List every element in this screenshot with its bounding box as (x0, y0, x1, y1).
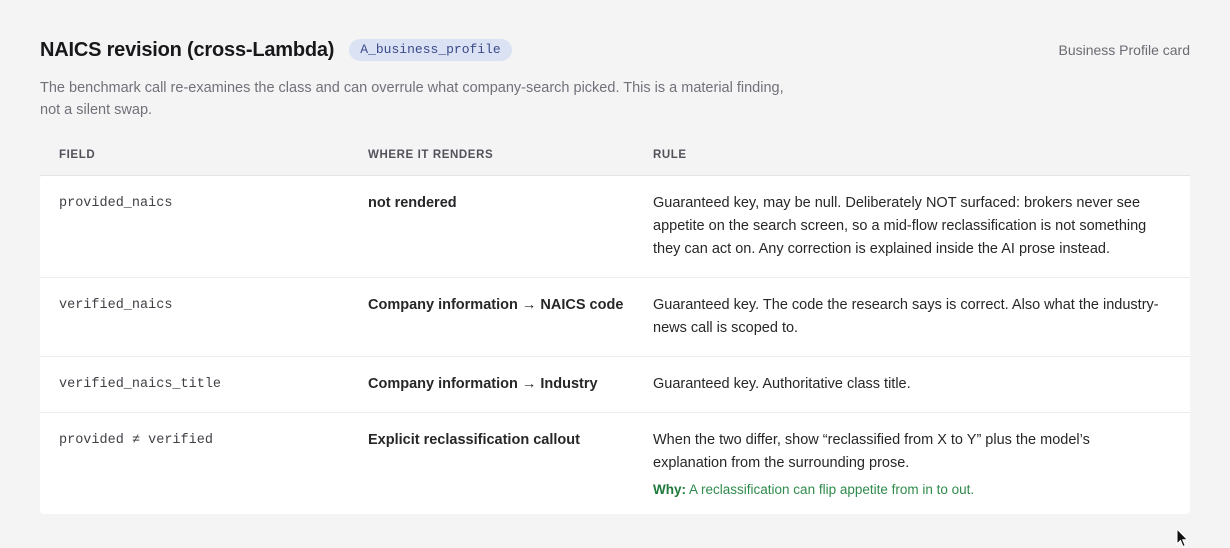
table-body: provided_naics not rendered Guaranteed k… (40, 175, 1190, 514)
table-row: provided ≠ verified Explicit reclassific… (40, 412, 1190, 514)
table-row: verified_naics_title Company information… (40, 356, 1190, 412)
render-location: Company information → NAICS code (368, 297, 624, 313)
why-label: Why: (653, 482, 686, 497)
lambda-tag: A_business_profile (349, 39, 512, 61)
rule-text: When the two differ, show “reclassified … (653, 432, 1090, 471)
header-where: WHERE IT RENDERS (368, 149, 494, 161)
rule-text: Guaranteed key. Authoritative class titl… (653, 376, 911, 392)
rule-text: Guaranteed key. The code the research sa… (653, 297, 1159, 336)
page: NAICS revision (cross-Lambda) A_business… (0, 0, 1230, 548)
table-header: FIELD WHERE IT RENDERS RULE (40, 135, 1190, 175)
why-note: Why: A reclassification can flip appetit… (653, 480, 1166, 500)
render-location: Explicit reclassification callout (368, 432, 580, 448)
rule-cell: When the two differ, show “reclassified … (653, 429, 1190, 500)
header-field: FIELD (59, 149, 96, 161)
render-location: Company information → Industry (368, 376, 598, 392)
section-description: The benchmark call re-examines the class… (40, 80, 784, 118)
field-name: provided ≠ verified (59, 433, 213, 448)
field-name: verified_naics (59, 298, 173, 313)
section-header: NAICS revision (cross-Lambda) A_business… (40, 35, 1190, 65)
card-link[interactable]: Business Profile card (1058, 42, 1190, 58)
render-location: not rendered (368, 195, 457, 211)
section-title: NAICS revision (cross-Lambda) (40, 38, 335, 61)
field-name: provided_naics (59, 196, 173, 211)
field-name: verified_naics_title (59, 377, 222, 392)
naics-table: FIELD WHERE IT RENDERS RULE provided_nai… (40, 135, 1190, 514)
mouse-pointer-icon (1176, 528, 1189, 548)
rule-text: Guaranteed key, may be null. Deliberatel… (653, 195, 1147, 257)
table-row: verified_naics Company information → NAI… (40, 277, 1190, 356)
table-row: provided_naics not rendered Guaranteed k… (40, 175, 1190, 277)
header-rule: RULE (653, 149, 687, 161)
why-text: A reclassification can flip appetite fro… (689, 482, 975, 497)
